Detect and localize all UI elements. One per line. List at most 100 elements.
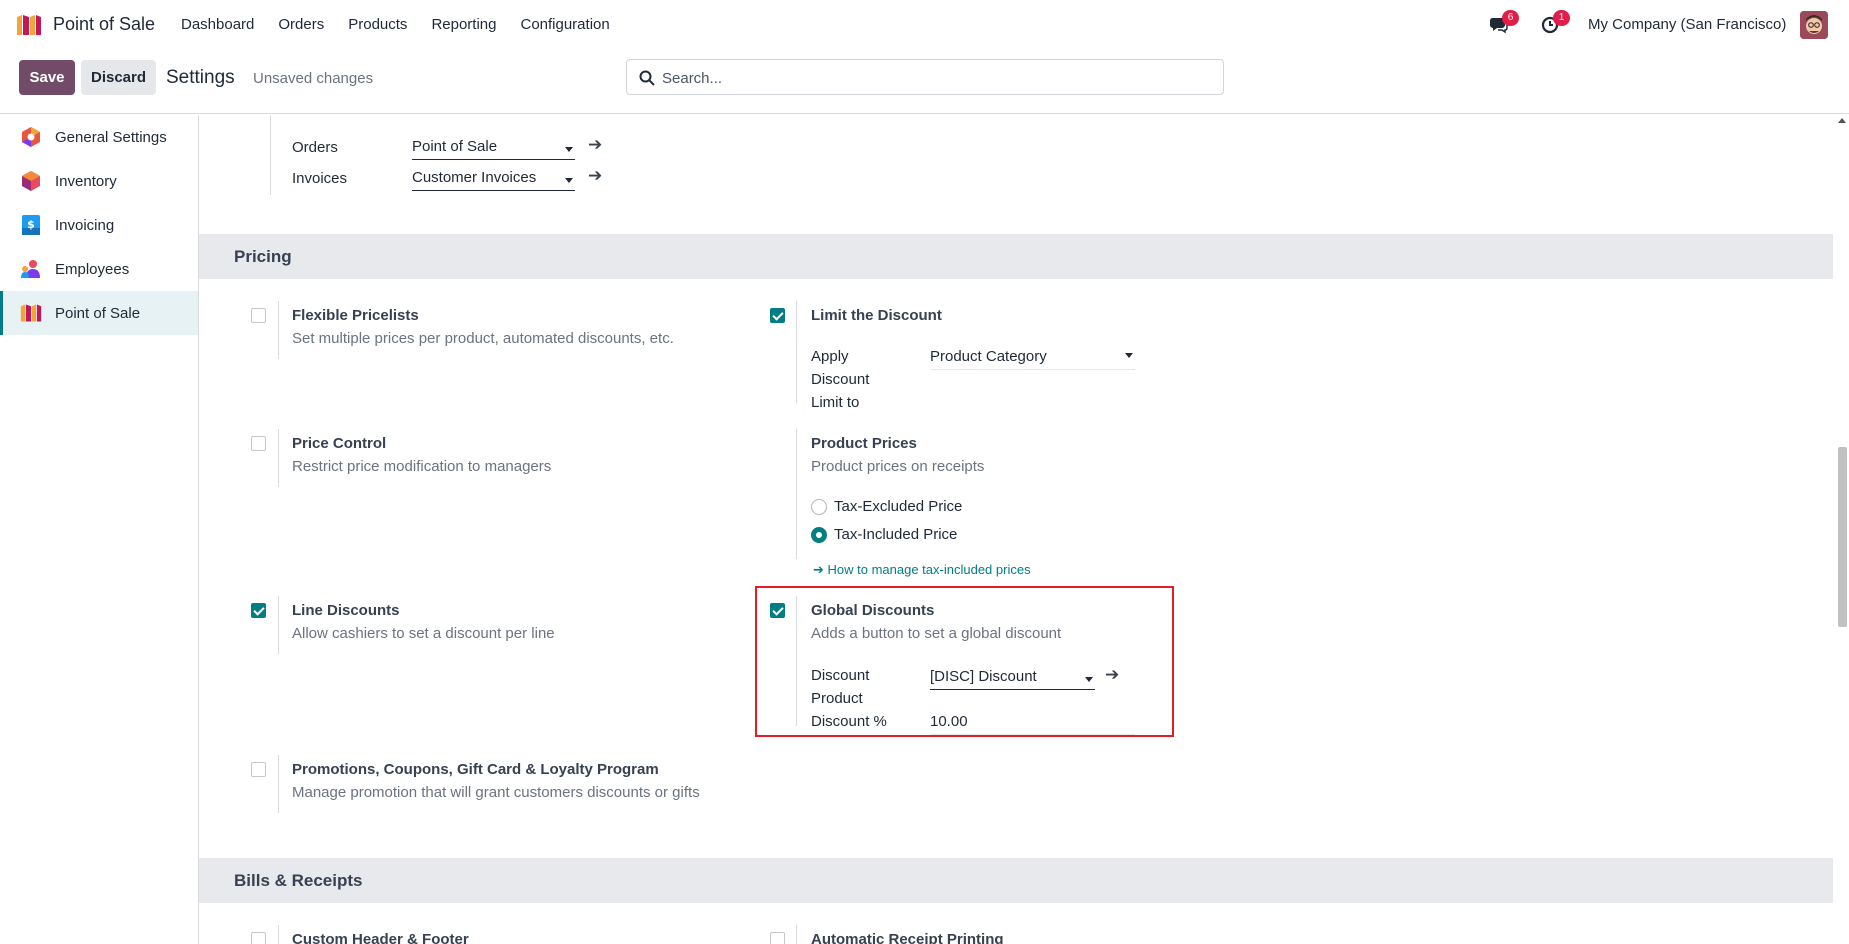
top-navbar: Point of Sale Dashboard Orders Products … — [0, 0, 1849, 50]
discard-button[interactable]: Discard — [81, 60, 156, 95]
limit-discount-title: Limit the Discount — [811, 307, 942, 324]
divider — [270, 115, 271, 195]
general-settings-icon — [22, 127, 40, 147]
avatar-face-icon — [1800, 11, 1828, 39]
breadcrumb: Settings — [166, 67, 235, 88]
limit-discount-checkbox[interactable] — [770, 308, 785, 323]
invoices-open-arrow-icon[interactable]: ➔ — [588, 166, 602, 186]
sidebar-item-invoicing[interactable]: $ Invoicing — [0, 203, 198, 247]
custom-header-title: Custom Header & Footer — [292, 931, 469, 944]
scroll-thumb[interactable] — [1838, 447, 1847, 627]
caret-down-icon — [1125, 353, 1133, 358]
messages-button[interactable]: 6 — [1489, 10, 1519, 36]
inventory-icon — [22, 171, 40, 191]
menu-reporting[interactable]: Reporting — [431, 16, 496, 33]
global-discounts-highlight — [755, 586, 1174, 737]
search-box[interactable] — [626, 59, 1224, 95]
menu-orders[interactable]: Orders — [278, 16, 324, 33]
save-button[interactable]: Save — [19, 60, 75, 95]
menu-products[interactable]: Products — [348, 16, 407, 33]
apply-discount-label-line2: Discount — [811, 371, 870, 388]
divider — [278, 755, 279, 813]
auto-print-title: Automatic Receipt Printing — [811, 931, 1004, 944]
control-panel: Save Discard Settings Unsaved changes — [0, 50, 1849, 114]
flexible-pricelists-desc: Set multiple prices per product, automat… — [292, 330, 674, 347]
product-prices-desc: Product prices on receipts — [811, 458, 985, 475]
pos-icon — [20, 304, 42, 322]
divider — [278, 925, 279, 944]
promotions-title: Promotions, Coupons, Gift Card & Loyalty… — [292, 761, 659, 778]
apply-discount-label-line3: Limit to — [811, 394, 860, 411]
custom-header-checkbox[interactable] — [251, 932, 266, 944]
price-control-title: Price Control — [292, 435, 387, 452]
pricing-section-header: Pricing — [199, 234, 1833, 279]
promotions-checkbox[interactable] — [251, 762, 266, 777]
menu-dashboard[interactable]: Dashboard — [181, 16, 254, 33]
invoicing-icon: $ — [22, 215, 40, 235]
settings-content: Orders Point of Sale ➔ Invoices Customer… — [199, 115, 1833, 944]
search-input[interactable] — [662, 67, 1202, 89]
line-discounts-checkbox[interactable] — [251, 603, 266, 618]
search-icon — [639, 70, 655, 86]
sidebar-item-general-settings[interactable]: General Settings — [0, 115, 198, 159]
caret-down-icon — [565, 178, 573, 183]
section-title: Bills & Receipts — [234, 871, 363, 890]
tax-help-link-text: How to manage tax-included prices — [827, 562, 1031, 577]
employees-icon — [21, 260, 40, 278]
apply-discount-value: Product Category — [930, 348, 1047, 365]
arrow-right-icon: ➔ — [813, 562, 828, 577]
sidebar-item-inventory[interactable]: Inventory — [0, 159, 198, 203]
activities-badge: 1 — [1553, 10, 1570, 26]
main-menu: Dashboard Orders Products Reporting Conf… — [181, 16, 634, 33]
sidebar-item-label: Invoicing — [55, 216, 115, 234]
orders-journal-select[interactable]: Point of Sale — [412, 138, 575, 160]
pos-app-icon[interactable] — [16, 14, 42, 36]
caret-down-icon — [565, 147, 573, 152]
auto-print-checkbox[interactable] — [770, 932, 785, 944]
sidebar-item-employees[interactable]: Employees — [0, 247, 198, 291]
sidebar-item-label: Employees — [55, 260, 130, 278]
user-avatar[interactable] — [1800, 11, 1828, 39]
messages-badge: 6 — [1502, 10, 1519, 26]
price-control-checkbox[interactable] — [251, 436, 266, 451]
bills-section-header: Bills & Receipts — [199, 858, 1833, 903]
activities-button[interactable]: 1 — [1540, 10, 1570, 36]
orders-journal-value: Point of Sale — [412, 138, 498, 155]
apply-discount-select[interactable]: Product Category — [930, 348, 1135, 370]
tax-excluded-radio[interactable] — [811, 499, 827, 515]
sidebar-item-label: Point of Sale — [55, 304, 141, 322]
invoices-label: Invoices — [292, 170, 348, 187]
line-discounts-desc: Allow cashiers to set a discount per lin… — [292, 625, 555, 642]
line-discounts-title: Line Discounts — [292, 602, 400, 619]
unsaved-status: Unsaved changes — [253, 70, 374, 87]
company-switcher[interactable]: My Company (San Francisco) — [1588, 16, 1786, 33]
tax-help-link[interactable]: ➔ How to manage tax-included prices — [813, 562, 1031, 578]
divider — [796, 925, 797, 944]
divider — [796, 301, 797, 403]
menu-configuration[interactable]: Configuration — [520, 16, 609, 33]
tax-included-radio[interactable] — [811, 527, 827, 543]
invoices-journal-value: Customer Invoices — [412, 169, 537, 186]
price-control-desc: Restrict price modification to managers — [292, 458, 552, 475]
flexible-pricelists-checkbox[interactable] — [251, 308, 266, 323]
scroll-up-icon[interactable] — [1838, 118, 1846, 123]
divider — [278, 596, 279, 654]
apply-discount-label-line1: Apply — [811, 348, 849, 365]
promotions-desc: Manage promotion that will grant custome… — [292, 784, 700, 801]
tax-included-label[interactable]: Tax-Included Price — [834, 526, 957, 543]
main-scrollbar[interactable] — [1835, 115, 1849, 944]
orders-label: Orders — [292, 139, 338, 156]
sidebar-item-point-of-sale[interactable]: Point of Sale — [0, 291, 198, 335]
tax-excluded-label[interactable]: Tax-Excluded Price — [834, 498, 962, 515]
section-title: Pricing — [234, 247, 292, 266]
divider — [278, 429, 279, 487]
app-title[interactable]: Point of Sale — [53, 14, 155, 35]
sidebar-item-label: Inventory — [55, 172, 117, 190]
svg-text:$: $ — [27, 218, 35, 231]
invoices-journal-select[interactable]: Customer Invoices — [412, 169, 575, 191]
flexible-pricelists-title: Flexible Pricelists — [292, 307, 419, 324]
divider — [278, 301, 279, 359]
divider — [796, 429, 797, 559]
orders-open-arrow-icon[interactable]: ➔ — [588, 135, 602, 155]
product-prices-title: Product Prices — [811, 435, 917, 452]
